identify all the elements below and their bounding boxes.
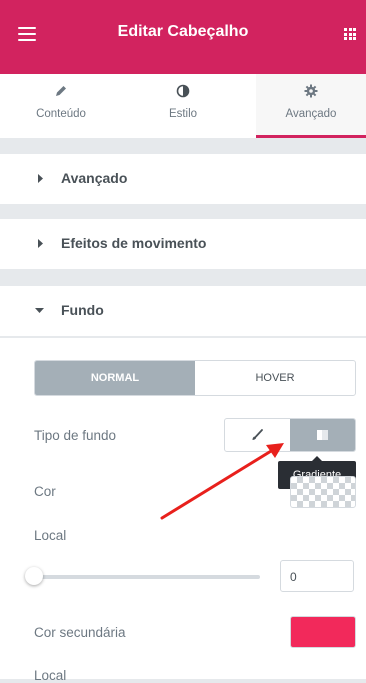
secondary-color-picker[interactable]: [290, 616, 356, 648]
color-label: Cor: [34, 484, 56, 499]
section-fundo[interactable]: Fundo: [0, 286, 366, 336]
secondary-color-label: Cor secundária: [34, 625, 126, 640]
tab-conteudo[interactable]: Conteúdo: [0, 74, 122, 138]
background-type-chooser: [224, 418, 356, 452]
secondary-location-label: Local: [34, 668, 67, 683]
section-efeitos-label: Efeitos de movimento: [61, 235, 207, 251]
color-picker[interactable]: [290, 476, 356, 508]
caret-right-icon: [38, 174, 43, 183]
tab-avancado-label: Avançado: [285, 108, 337, 120]
location-number-input[interactable]: 0: [280, 560, 354, 592]
gear-icon: [304, 84, 318, 98]
pencil-icon: [56, 86, 66, 96]
fundo-panel: NORMAL HOVER Tipo de fundo Gradiente Cor…: [0, 338, 366, 683]
editor-header: Editar Cabeçalho: [0, 0, 366, 74]
location-label: Local: [34, 528, 67, 543]
tab-avancado[interactable]: Avançado: [256, 74, 366, 138]
background-type-label: Tipo de fundo: [34, 428, 117, 443]
section-fundo-label: Fundo: [61, 302, 104, 318]
location-slider-handle[interactable]: [25, 567, 43, 585]
brush-icon: [252, 429, 263, 440]
caret-down-icon: [35, 308, 44, 313]
classic-background-button[interactable]: [225, 419, 290, 451]
tab-estilo[interactable]: Estilo: [122, 74, 244, 138]
section-efeitos-de-movimento[interactable]: Efeitos de movimento: [0, 219, 366, 269]
section-avancado-label: Avançado: [61, 170, 128, 186]
state-switcher: NORMAL HOVER: [34, 360, 356, 396]
panel-tabs: Conteúdo Estilo Avançado: [0, 74, 366, 139]
gradient-icon: [317, 430, 328, 440]
panel-title: Editar Cabeçalho: [117, 23, 249, 40]
tab-conteudo-label: Conteúdo: [36, 108, 86, 120]
apps-grid-icon[interactable]: [344, 28, 356, 40]
tab-normal[interactable]: NORMAL: [35, 361, 195, 395]
tab-hover[interactable]: HOVER: [195, 361, 355, 395]
tab-estilo-label: Estilo: [168, 108, 198, 120]
gradient-background-button[interactable]: [290, 419, 355, 451]
half-circle-icon: [176, 84, 190, 98]
section-avancado[interactable]: Avançado: [0, 154, 366, 204]
location-slider-track[interactable]: [34, 575, 260, 579]
caret-right-icon: [38, 239, 43, 248]
